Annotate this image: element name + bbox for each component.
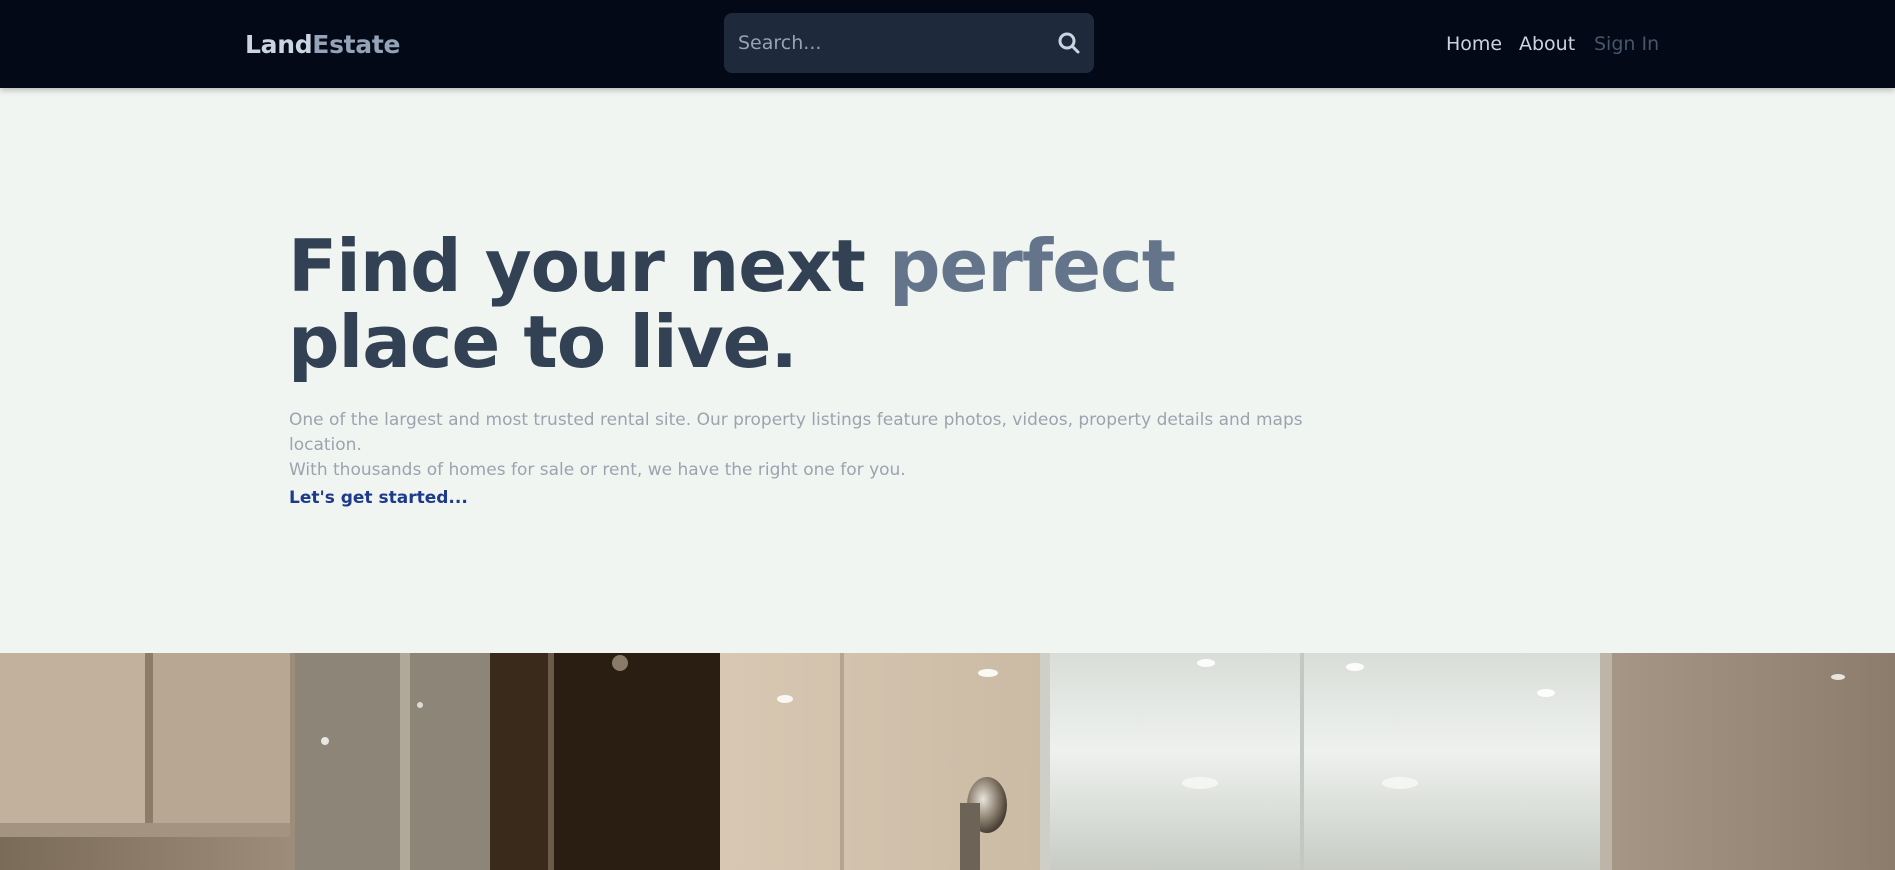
top-navbar: LandEstate Home About Sign In (0, 0, 1895, 88)
nav-about-link[interactable]: About (1519, 31, 1575, 57)
search-icon[interactable] (1056, 30, 1082, 56)
description-line1: One of the largest and most trusted rent… (289, 410, 1303, 455)
get-started-link[interactable]: Let's get started... (289, 488, 468, 508)
site-logo[interactable]: LandEstate (245, 29, 400, 61)
hero-description: One of the largest and most trusted rent… (289, 408, 1339, 483)
nav-home-link[interactable]: Home (1446, 31, 1502, 57)
headline-part1: Find your next (288, 224, 889, 308)
hero-section: Find your next perfect place to live. On… (0, 88, 1895, 653)
bathroom-photo (0, 653, 1895, 870)
logo-land: Land (245, 30, 313, 59)
logo-estate: Estate (312, 30, 401, 59)
search-bar (724, 13, 1094, 73)
description-line2: With thousands of homes for sale or rent… (289, 460, 906, 480)
headline-part2: place to live. (288, 300, 798, 384)
headline-accent: perfect (888, 224, 1176, 308)
search-input[interactable] (738, 13, 1038, 73)
nav-sign-in-link[interactable]: Sign In (1594, 31, 1659, 57)
hero-headline: Find your next perfect place to live. (288, 228, 1288, 380)
